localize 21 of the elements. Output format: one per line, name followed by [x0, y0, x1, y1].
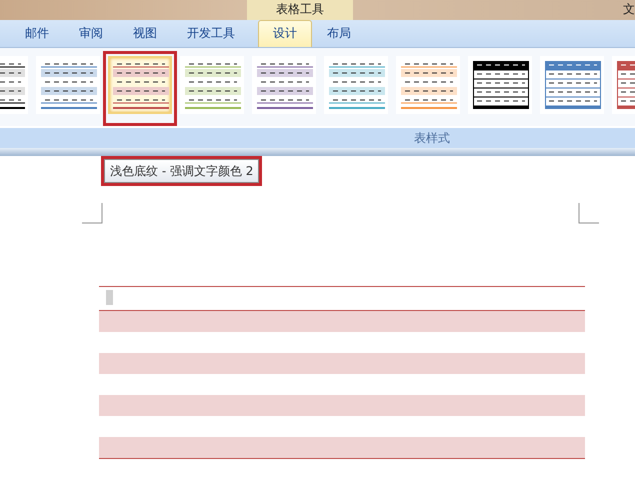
table-style-swatch[interactable]	[180, 56, 244, 114]
ribbon-tab[interactable]: 视图	[118, 20, 172, 47]
ribbon-tab[interactable]: 设计	[258, 20, 312, 47]
window-title: 文	[623, 1, 635, 18]
ribbon-tab[interactable]: 审阅	[64, 20, 118, 47]
ribbon-tab[interactable]: 布局	[312, 20, 366, 47]
text-cursor	[106, 290, 113, 305]
group-label: 表样式	[414, 131, 450, 145]
ribbon-tab[interactable]: 开发工具	[172, 20, 250, 47]
table-style-swatch[interactable]	[324, 56, 388, 114]
table-style-swatch[interactable]	[36, 56, 100, 114]
margin-corner-icon	[82, 203, 103, 224]
style-tooltip: 浅色底纹 - 强调文字颜色 2	[104, 159, 260, 183]
table-style-swatch[interactable]	[540, 56, 604, 114]
ribbon-tab[interactable]: 邮件	[10, 20, 64, 47]
table-style-swatch[interactable]	[252, 56, 316, 114]
margin-corner-icon	[578, 203, 599, 224]
table-style-swatch[interactable]	[468, 56, 532, 114]
context-tab-group-title: 表格工具	[247, 0, 353, 20]
table-style-swatch[interactable]	[396, 56, 460, 114]
table-style-swatch[interactable]	[108, 56, 172, 114]
